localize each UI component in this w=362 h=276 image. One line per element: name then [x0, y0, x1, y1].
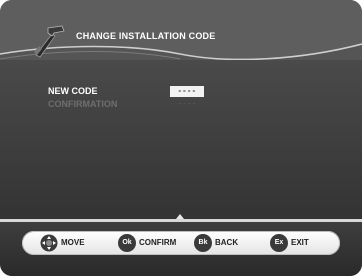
- back-label: BACK: [215, 238, 239, 247]
- tools-icon: [34, 25, 65, 58]
- exit-key-icon[interactable]: Ex: [270, 234, 288, 252]
- move-label: MOVE: [61, 238, 85, 247]
- exit-label: EXIT: [291, 238, 309, 247]
- new-code-label: NEW CODE: [48, 86, 98, 96]
- tv-screen: CHANGE INSTALLATION CODE NEW CODE ---- C…: [0, 0, 362, 276]
- new-code-field[interactable]: ----: [170, 86, 204, 97]
- scroll-up-icon: [176, 214, 184, 219]
- ok-key-icon[interactable]: Ok: [118, 234, 136, 252]
- main-panel: [0, 60, 362, 220]
- page-title: CHANGE INSTALLATION CODE: [76, 31, 216, 41]
- confirmation-field[interactable]: ----: [172, 99, 202, 109]
- confirmation-label: CONFIRMATION: [48, 99, 118, 109]
- dpad-icon: [40, 234, 58, 252]
- confirm-label: CONFIRM: [139, 238, 177, 247]
- back-key-icon[interactable]: Bk: [194, 234, 212, 252]
